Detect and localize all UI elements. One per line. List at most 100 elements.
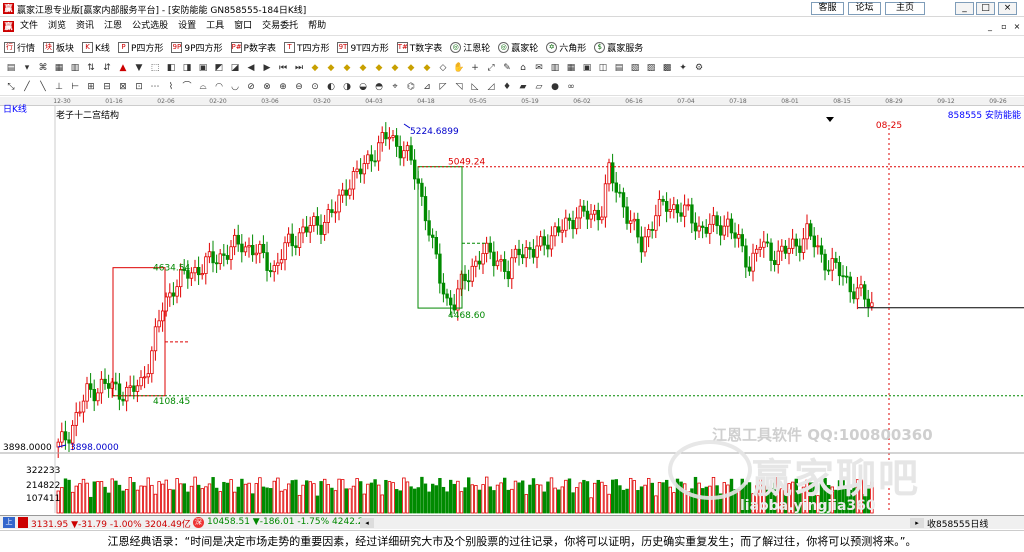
index1-icon[interactable]: 上 [3, 517, 15, 528]
analysis-tool-icon-20[interactable]: ◐ [324, 80, 338, 94]
analysis-tool-icon-9[interactable]: ⋯ [148, 80, 162, 94]
menu-tools[interactable]: 工具 [206, 21, 224, 32]
draw-tool-icon-36[interactable]: ▣ [580, 61, 594, 75]
analysis-tool-icon-24[interactable]: ⌖ [388, 80, 402, 94]
index2-quote[interactable]: 10458.51 ▼-186.01 -1.75% 4242.2 [207, 517, 364, 527]
menu-help[interactable]: 帮助 [308, 21, 326, 32]
draw-tool-icon-21[interactable]: ◆ [340, 61, 354, 75]
mdi-minimize-button[interactable]: _ [985, 22, 995, 32]
analysis-tool-icon-5[interactable]: ⊞ [84, 80, 98, 94]
draw-tool-icon-6[interactable]: ⇵ [100, 61, 114, 75]
analysis-tool-icon-26[interactable]: ⊿ [420, 80, 434, 94]
draw-tool-icon-0[interactable]: ▤ [4, 61, 18, 75]
analysis-tool-icon-13[interactable]: ◠ [212, 80, 226, 94]
forum-link[interactable]: 论坛 [848, 2, 881, 15]
draw-tool-icon-42[interactable]: ✦ [676, 61, 690, 75]
draw-tool-icon-24[interactable]: ◆ [388, 61, 402, 75]
maximize-button[interactable]: □ [976, 2, 995, 15]
draw-tool-icon-12[interactable]: ▣ [196, 61, 210, 75]
analysis-tool-icon-0[interactable]: ⤡ [4, 80, 18, 94]
draw-tool-icon-13[interactable]: ◩ [212, 61, 226, 75]
draw-tool-icon-9[interactable]: ⬚ [148, 61, 162, 75]
draw-tool-icon-35[interactable]: ▦ [564, 61, 578, 75]
analysis-tool-icon-29[interactable]: ◺ [468, 80, 482, 94]
analysis-tool-icon-6[interactable]: ⊟ [100, 80, 114, 94]
toolbar-button-9[interactable]: ◎ 江恩轮 [450, 41, 490, 54]
minimize-button[interactable]: _ [955, 2, 974, 15]
analysis-tool-icon-18[interactable]: ⊖ [292, 80, 306, 94]
draw-tool-icon-10[interactable]: ◧ [164, 61, 178, 75]
draw-tool-icon-14[interactable]: ◪ [228, 61, 242, 75]
draw-tool-icon-40[interactable]: ▨ [644, 61, 658, 75]
analysis-tool-icon-7[interactable]: ⊠ [116, 80, 130, 94]
mdi-restore-button[interactable]: ▫ [999, 22, 1009, 32]
toolbar-button-0[interactable]: 行行情 [4, 41, 35, 54]
draw-tool-icon-34[interactable]: ▥ [548, 61, 562, 75]
menu-info[interactable]: 资讯 [76, 21, 94, 32]
mdi-close-button[interactable]: × [1012, 22, 1022, 32]
analysis-tool-icon-2[interactable]: ╲ [36, 80, 50, 94]
draw-tool-icon-22[interactable]: ◆ [356, 61, 370, 75]
scroll-left-button[interactable]: ◂ [360, 518, 374, 528]
analysis-tool-icon-22[interactable]: ◒ [356, 80, 370, 94]
menu-formula[interactable]: 公式选股 [132, 21, 168, 32]
toolbar-button-4[interactable]: 9P 9P四方形 [171, 41, 223, 54]
draw-tool-icon-2[interactable]: ⌘ [36, 61, 50, 75]
analysis-tool-icon-21[interactable]: ◑ [340, 80, 354, 94]
draw-tool-icon-30[interactable]: ⤢ [484, 61, 498, 75]
analysis-tool-icon-11[interactable]: ⌒ [180, 80, 194, 94]
draw-tool-icon-38[interactable]: ▤ [612, 61, 626, 75]
menu-file[interactable]: 文件 [20, 21, 38, 32]
analysis-tool-icon-25[interactable]: ⌬ [404, 80, 418, 94]
draw-tool-icon-17[interactable]: ⏮ [276, 61, 290, 75]
analysis-tool-icon-17[interactable]: ⊕ [276, 80, 290, 94]
draw-tool-icon-29[interactable]: + [468, 61, 482, 75]
customer-service-link[interactable]: 客服 [811, 2, 844, 15]
draw-tool-icon-11[interactable]: ◨ [180, 61, 194, 75]
index2-icon[interactable]: 深 [193, 517, 204, 528]
draw-tool-icon-39[interactable]: ▧ [628, 61, 642, 75]
draw-tool-icon-31[interactable]: ✎ [500, 61, 514, 75]
draw-tool-icon-3[interactable]: ▦ [52, 61, 66, 75]
analysis-tool-icon-34[interactable]: ● [548, 80, 562, 94]
analysis-tool-icon-27[interactable]: ◸ [436, 80, 450, 94]
analysis-tool-icon-12[interactable]: ⌓ [196, 80, 210, 94]
draw-tool-icon-1[interactable]: ▾ [20, 61, 34, 75]
analysis-tool-icon-3[interactable]: ⊥ [52, 80, 66, 94]
draw-tool-icon-4[interactable]: ▥ [68, 61, 82, 75]
draw-tool-icon-27[interactable]: ◇ [436, 61, 450, 75]
draw-tool-icon-26[interactable]: ◆ [420, 61, 434, 75]
toolbar-button-10[interactable]: ◎ 赢家轮 [498, 41, 538, 54]
draw-tool-icon-32[interactable]: ⌂ [516, 61, 530, 75]
analysis-tool-icon-35[interactable]: ∞ [564, 80, 578, 94]
toolbar-button-11[interactable]: ✡ 六角形 [546, 41, 586, 54]
close-button[interactable]: × [998, 2, 1017, 15]
draw-tool-icon-8[interactable]: ▼ [132, 61, 146, 75]
draw-tool-icon-20[interactable]: ◆ [324, 61, 338, 75]
toolbar-button-12[interactable]: $ 赢家服务 [594, 41, 643, 54]
toolbar-button-7[interactable]: 9T 9T四方形 [337, 41, 389, 54]
analysis-tool-icon-31[interactable]: ♦ [500, 80, 514, 94]
toolbar-button-2[interactable]: K K线 [82, 41, 110, 54]
dropdown-triangle-icon[interactable] [826, 117, 834, 122]
analysis-tool-icon-28[interactable]: ◹ [452, 80, 466, 94]
draw-tool-icon-41[interactable]: ▩ [660, 61, 674, 75]
analysis-tool-icon-1[interactable]: ╱ [20, 80, 34, 94]
analysis-tool-icon-14[interactable]: ◡ [228, 80, 242, 94]
toolbar-button-8[interactable]: T# T数字表 [396, 41, 442, 54]
menu-trade[interactable]: 交易委托 [262, 21, 298, 32]
analysis-tool-icon-8[interactable]: ⊡ [132, 80, 146, 94]
toolbar-button-6[interactable]: T T四方形 [283, 41, 329, 54]
analysis-tool-icon-32[interactable]: ▰ [516, 80, 530, 94]
draw-tool-icon-7[interactable]: ▲ [116, 61, 130, 75]
draw-tool-icon-25[interactable]: ◆ [404, 61, 418, 75]
draw-tool-icon-28[interactable]: ✋ [452, 61, 466, 75]
analysis-tool-icon-15[interactable]: ⊘ [244, 80, 258, 94]
menu-settings[interactable]: 设置 [178, 21, 196, 32]
draw-tool-icon-33[interactable]: ✉ [532, 61, 546, 75]
index1-quote[interactable]: 3131.95 ▼-31.79 -1.00% 3204.49亿 [31, 517, 191, 530]
analysis-tool-icon-23[interactable]: ◓ [372, 80, 386, 94]
menu-app-icon[interactable]: 赢 [3, 21, 14, 32]
analysis-tool-icon-33[interactable]: ▱ [532, 80, 546, 94]
toolbar-button-3[interactable]: P P四方形 [117, 41, 163, 54]
